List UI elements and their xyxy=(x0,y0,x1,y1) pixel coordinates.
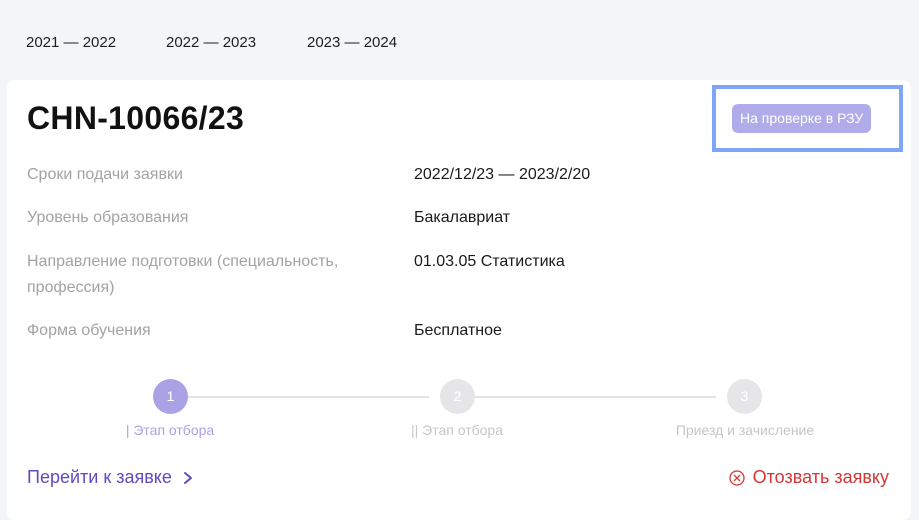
year-tab-2022-2023[interactable]: 2022 — 2023 xyxy=(166,34,256,51)
step-connector xyxy=(475,396,716,398)
year-tab-2023-2024[interactable]: 2023 — 2024 xyxy=(307,34,397,51)
field-label-education-level: Уровень образования xyxy=(27,209,189,226)
application-id: CHN-10066/23 xyxy=(27,100,245,136)
x-circle-icon xyxy=(728,469,745,486)
step-3-label: Приезд и зачисление xyxy=(675,422,815,438)
withdraw-application-button[interactable]: Отозвать заявку xyxy=(728,467,889,488)
field-label-study-form: Форма обучения xyxy=(27,322,151,339)
year-tabs: 2021 — 2022 2022 — 2023 2023 — 2024 xyxy=(0,0,919,80)
go-to-application-label: Перейти к заявке xyxy=(27,467,172,487)
go-to-application-link[interactable]: Перейти к заявке xyxy=(27,467,194,488)
withdraw-application-label: Отозвать заявку xyxy=(752,467,889,487)
step-1-circle: 1 xyxy=(153,379,188,414)
status-badge: На проверке в РЗУ xyxy=(732,104,872,133)
step-3-circle: 3 xyxy=(727,379,762,414)
step-connector xyxy=(188,396,429,398)
field-label-specialty: Направление подготовки (специальность, п… xyxy=(27,253,339,296)
field-value-education-level: Бакалавриат xyxy=(414,209,511,226)
field-value-specialty: 01.03.05 Статистика xyxy=(414,253,565,270)
progress-stepper: 1 2 3 | Этап отбора || Этап отбора Приез… xyxy=(7,378,911,448)
field-value-study-form: Бесплатное xyxy=(414,322,502,339)
step-1-label: | Этап отбора xyxy=(125,422,215,438)
step-2-circle: 2 xyxy=(440,379,475,414)
step-2-label: || Этап отбора xyxy=(410,422,504,438)
year-tab-2021-2022[interactable]: 2021 — 2022 xyxy=(26,34,116,51)
application-card: CHN-10066/23 На проверке в РЗУ Сроки под… xyxy=(7,80,911,520)
field-label-deadline: Сроки подачи заявки xyxy=(27,166,183,183)
chevron-right-icon xyxy=(183,471,192,484)
field-value-deadline: 2022/12/23 — 2023/2/20 xyxy=(414,166,591,183)
